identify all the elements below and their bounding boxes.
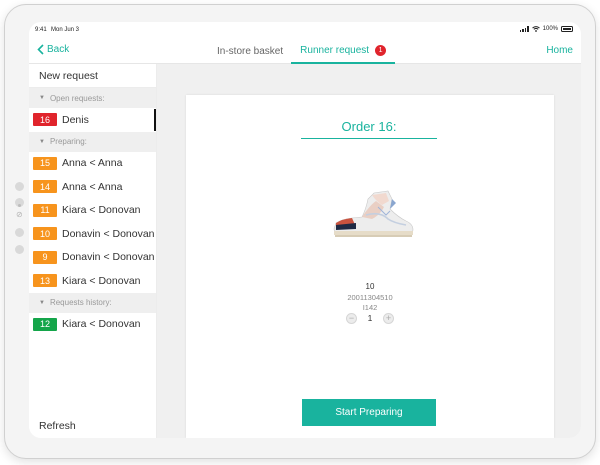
request-number-badge: 11 <box>33 203 57 217</box>
request-item-label: Anna < Anna <box>62 180 123 193</box>
device-dot <box>18 204 21 207</box>
new-request-button[interactable]: New request <box>29 64 156 88</box>
request-number-badge: 13 <box>33 274 57 288</box>
request-number-badge: 14 <box>33 180 57 194</box>
tab-runner-request[interactable]: Runner request 1 <box>291 38 396 64</box>
request-number-badge: 12 <box>33 317 57 331</box>
sneaker-image <box>333 190 414 237</box>
device-dot <box>15 182 24 191</box>
device-dot <box>15 245 24 254</box>
request-item[interactable]: 10 Donavin < Donovan <box>29 222 156 246</box>
status-bar: 9:41 Mon Jun 3 100% <box>29 22 581 38</box>
request-item[interactable]: 9 Donavin < Donovan <box>29 246 156 270</box>
section-header-history[interactable]: ▼ Requests history: <box>29 292 156 313</box>
request-number-badge: 16 <box>33 113 57 127</box>
status-date: Mon Jun 3 <box>51 27 80 33</box>
section-header-open[interactable]: ▼ Open requests: <box>29 88 156 108</box>
app-screen: 9:41 Mon Jun 3 100% Back In-store basket… <box>29 22 581 438</box>
request-item-label: Kiara < Donovan <box>62 274 141 287</box>
status-right: 100% <box>519 26 573 32</box>
request-item[interactable]: 14 Anna < Anna <box>29 175 156 199</box>
chevron-left-icon <box>37 44 44 55</box>
battery-percent: 100% <box>542 26 558 32</box>
start-preparing-button[interactable]: Start Preparing <box>302 399 436 426</box>
status-time: 9:41 <box>35 27 47 33</box>
request-item[interactable]: 12 Kiara < Donovan <box>29 313 156 337</box>
request-item-label: Denis <box>62 113 89 126</box>
main-content: Order 16: 10 20011304510 I142 − 1 + Star… <box>157 64 581 438</box>
request-item[interactable]: 15 Anna < Anna <box>29 152 156 176</box>
section-header-label: Preparing: <box>49 137 87 146</box>
request-item-label: Donavin < Donovan <box>62 251 155 264</box>
tab-in-store-basket[interactable]: In-store basket <box>209 38 291 64</box>
notification-badge: 1 <box>375 44 387 56</box>
refresh-button[interactable]: Refresh <box>39 420 76 432</box>
signal-icon <box>519 26 529 32</box>
minus-button[interactable]: − <box>346 312 357 324</box>
tab-label: In-store basket <box>217 45 284 57</box>
home-button[interactable]: Home <box>546 45 573 56</box>
triangle-down-icon: ▼ <box>39 138 45 145</box>
plus-button[interactable]: + <box>382 312 394 324</box>
product-size: 10 <box>365 282 375 291</box>
nav-bar: Back In-store basket Runner request 1 Ho… <box>29 38 581 64</box>
request-item-label: Donavin < Donovan <box>62 227 155 240</box>
triangle-down-icon: ▼ <box>39 299 45 306</box>
request-number-badge: 10 <box>33 227 57 241</box>
request-item[interactable]: 13 Kiara < Donovan <box>29 269 156 293</box>
tablet-frame: ⊘ 9:41 Mon Jun 3 100% Back In-store bask… <box>4 4 596 459</box>
quantity-stepper: − 1 + <box>346 312 394 324</box>
section-header-label: Open requests: <box>49 93 105 103</box>
request-item-label: Kiara < Donovan <box>62 318 141 331</box>
back-button[interactable]: Back <box>37 44 69 55</box>
request-item-label: Anna < Anna <box>62 157 123 170</box>
quantity-value: 1 <box>367 313 373 323</box>
section-header-preparing[interactable]: ▼ Preparing: <box>29 131 156 152</box>
request-item-label: Kiara < Donovan <box>62 204 141 217</box>
wifi-icon <box>531 26 540 32</box>
sidebar: New request ▼ Open requests: 16 Denis ▼ … <box>29 64 157 438</box>
order-card: Order 16: 10 20011304510 I142 − 1 + Star… <box>186 95 554 438</box>
tab-bar: In-store basket Runner request 1 <box>209 38 396 64</box>
request-item[interactable]: 11 Kiara < Donovan <box>29 199 156 223</box>
product-sku: 20011304510 <box>347 293 393 302</box>
tab-label: Runner request <box>300 44 370 56</box>
request-item[interactable]: 16 Denis <box>29 108 156 132</box>
device-dot <box>15 228 24 237</box>
back-label: Back <box>47 44 70 55</box>
request-number-badge: 9 <box>33 250 57 264</box>
product-location: I142 <box>362 303 378 312</box>
battery-icon <box>561 26 573 32</box>
request-number-badge: 15 <box>33 156 57 170</box>
section-header-label: Requests history: <box>49 298 112 307</box>
triangle-down-icon: ▼ <box>39 95 45 101</box>
order-title: Order 16: <box>301 119 437 139</box>
device-side-icon: ⊘ <box>16 210 23 219</box>
